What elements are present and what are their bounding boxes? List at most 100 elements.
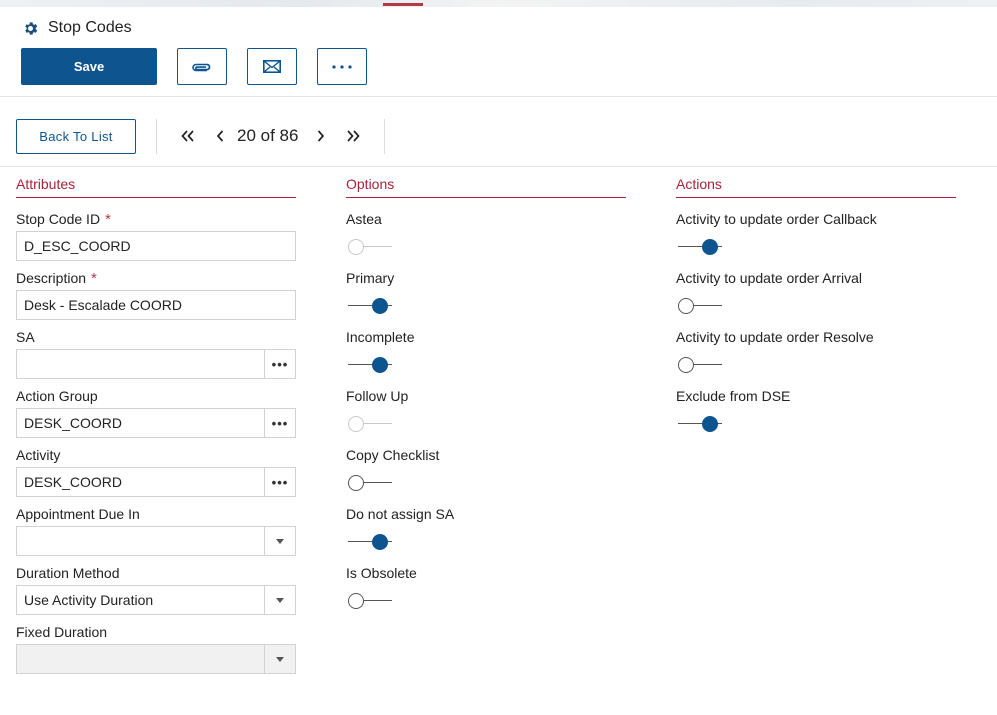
toggle-incomplete[interactable] [348, 356, 392, 374]
duration-method-select[interactable]: Use Activity Duration [16, 585, 296, 615]
previous-record-button[interactable] [213, 125, 227, 147]
ellipsis-icon: ••• [271, 415, 289, 431]
page-title-text: Stop Codes [48, 19, 132, 36]
double-chevron-right-icon [347, 130, 360, 142]
appointment-due-in-dropdown[interactable] [264, 527, 295, 555]
more-actions-button[interactable] [317, 48, 367, 85]
first-record-button[interactable] [179, 125, 197, 147]
appointment-due-in-label: Appointment Due In [16, 506, 140, 522]
sa-field[interactable]: ••• [16, 349, 296, 379]
attributes-heading: Attributes [16, 176, 296, 198]
envelope-icon [263, 60, 281, 73]
description-field[interactable]: Desk - Escalade COORD [16, 290, 296, 320]
duration-method-dropdown[interactable] [264, 586, 295, 614]
options-heading: Options [346, 176, 626, 198]
gear-icon [25, 21, 38, 35]
toggle-label-do-not-assign-sa: Do not assign SA [346, 506, 455, 522]
stop-code-id-label-text: Stop Code ID [16, 211, 101, 227]
description-label: Description * [16, 270, 97, 287]
next-record-button[interactable] [314, 125, 328, 147]
chevron-left-icon [216, 130, 224, 142]
page-title: Stop Codes [22, 19, 132, 37]
actions-section: Actions Activity to update order Callbac… [676, 176, 956, 436]
toggle-activity-to-update-order-arrival[interactable] [678, 297, 722, 315]
ellipsis-icon: ••• [271, 474, 289, 490]
stop-code-id-label: Stop Code ID * [16, 211, 111, 228]
page-header: Stop Codes Save [0, 7, 997, 97]
caret-down-icon [276, 656, 284, 662]
toggle-label-follow-up: Follow Up [346, 388, 409, 404]
toggle-label-copy-checklist: Copy Checklist [346, 447, 440, 463]
toggle-label-activity-to-update-order-resolve: Activity to update order Resolve [676, 329, 874, 345]
toggle-knob [678, 298, 694, 314]
toggle-label-astea: Astea [346, 211, 382, 227]
options-section: Options Astea Primary Incomplete Follow Up C… [346, 176, 626, 626]
stop-code-id-value: D_ESC_COORD [24, 238, 131, 254]
toggle-label-is-obsolete: Is Obsolete [346, 565, 417, 581]
toggle-activity-to-update-order-resolve[interactable] [678, 356, 722, 374]
actions-heading: Actions [676, 176, 956, 198]
toggle-knob [348, 593, 364, 609]
toggle-label-incomplete: Incomplete [346, 329, 415, 345]
toggle-knob [678, 357, 694, 373]
caret-down-icon [276, 538, 284, 544]
fixed-duration-select[interactable] [16, 644, 296, 674]
toggle-exclude-from-dse[interactable] [678, 415, 722, 433]
fixed-duration-label: Fixed Duration [16, 624, 108, 640]
action-group-value: DESK_COORD [24, 415, 123, 431]
toggle-knob [348, 239, 364, 255]
caret-down-icon [276, 597, 284, 603]
toggle-label-activity-to-update-order-callback: Activity to update order Callback [676, 211, 877, 227]
toggle-knob [372, 357, 388, 373]
email-button[interactable] [247, 48, 297, 85]
toggle-knob [372, 298, 388, 314]
required-asterisk: * [91, 270, 97, 287]
divider [156, 119, 157, 154]
toggle-knob [372, 534, 388, 550]
toggle-primary[interactable] [348, 297, 392, 315]
duration-method-label: Duration Method [16, 565, 120, 581]
attributes-section: Attributes Stop Code ID * D_ESC_COORD Des… [16, 176, 296, 696]
toggle-copy-checklist[interactable] [348, 474, 392, 492]
required-asterisk: * [105, 211, 111, 228]
ellipsis-icon: ••• [271, 356, 289, 372]
activity-label: Activity [16, 447, 61, 463]
duration-method-value: Use Activity Duration [24, 592, 154, 608]
record-navigation-bar: Back To List 20 of 86 [0, 97, 997, 167]
record-position: 20 of 86 [237, 126, 299, 145]
activity-value: DESK_COORD [24, 474, 123, 490]
toggle-do-not-assign-sa[interactable] [348, 533, 392, 551]
top-tab-strip [0, 0, 997, 7]
attach-button[interactable] [177, 48, 227, 85]
toggle-label-exclude-from-dse: Exclude from DSE [676, 388, 791, 404]
chevron-right-icon [317, 130, 325, 142]
activity-lookup-button[interactable]: ••• [264, 468, 295, 496]
toggle-knob [702, 416, 718, 432]
toggle-astea[interactable] [348, 238, 392, 256]
divider [384, 119, 385, 154]
action-group-label: Action Group [16, 388, 98, 404]
toggle-label-primary: Primary [346, 270, 395, 286]
paperclip-icon [192, 63, 211, 71]
toggle-activity-to-update-order-callback[interactable] [678, 238, 722, 256]
active-tab-indicator [383, 3, 423, 6]
back-to-list-button[interactable]: Back To List [16, 119, 136, 154]
action-group-lookup-button[interactable]: ••• [264, 409, 295, 437]
toggle-label-activity-to-update-order-arrival: Activity to update order Arrival [676, 270, 862, 286]
action-group-field[interactable]: DESK_COORD ••• [16, 408, 296, 438]
activity-field[interactable]: DESK_COORD ••• [16, 467, 296, 497]
toggle-knob [702, 239, 718, 255]
toggle-knob [348, 416, 364, 432]
toggle-knob [348, 475, 364, 491]
stop-code-id-field[interactable]: D_ESC_COORD [16, 231, 296, 261]
appointment-due-in-select[interactable] [16, 526, 296, 556]
toggle-follow-up[interactable] [348, 415, 392, 433]
description-label-text: Description [16, 270, 87, 286]
fixed-duration-dropdown[interactable] [264, 645, 295, 673]
toggle-is-obsolete[interactable] [348, 592, 392, 610]
description-value: Desk - Escalade COORD [24, 297, 182, 313]
sa-lookup-button[interactable]: ••• [264, 350, 295, 378]
double-chevron-left-icon [181, 130, 194, 142]
save-button[interactable]: Save [21, 48, 157, 85]
last-record-button[interactable] [344, 125, 362, 147]
